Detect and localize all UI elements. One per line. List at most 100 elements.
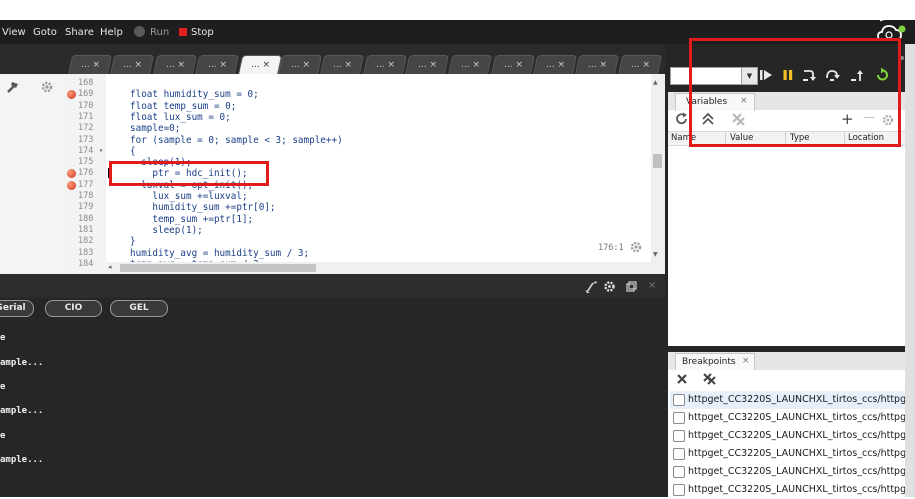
editor-vertical-scrollbar[interactable]: ▲ ▼ [651, 74, 665, 274]
gear-icon[interactable] [40, 80, 54, 94]
editor-tab-label: ... × [587, 60, 607, 70]
breakpoint-row[interactable]: httpget_CC3220S_LAUNCHXL_tirtos_ccs/http… [670, 427, 905, 445]
menu-help[interactable]: Help [100, 27, 123, 38]
editor-tab[interactable]: ... × [194, 55, 240, 75]
line-number: 181 [78, 224, 94, 235]
remove-all-breakpoints-icon[interactable] [702, 372, 718, 386]
scroll-down-arrow[interactable]: ▼ [653, 251, 658, 258]
line-number: 168 [78, 78, 94, 88]
code-line[interactable]: for (sample = 0; sample < 3; sample++) [130, 135, 343, 146]
menu-goto[interactable]: Goto [33, 27, 57, 38]
breakpoint-row[interactable]: httpget_CC3220S_LAUNCHXL_tirtos_ccs/http… [670, 463, 905, 481]
breakpoint-marker-icon[interactable] [67, 180, 76, 190]
editor-tab[interactable]: ... × [490, 55, 536, 75]
editor-tab[interactable]: ... × [574, 55, 620, 75]
remove-breakpoint-icon[interactable] [676, 373, 688, 385]
breakpoint-row[interactable]: httpget_CC3220S_LAUNCHXL_tirtos_ccs/http… [670, 391, 905, 409]
editor-tab-label: ... × [630, 60, 650, 70]
editor-tab[interactable]: ... × [447, 55, 493, 75]
editor-tab-label: ... × [460, 60, 480, 70]
code-line[interactable]: humidity_sum +=ptr[0]; [130, 202, 275, 213]
maximize-icon[interactable] [626, 281, 637, 292]
tab-gel[interactable]: GEL [110, 300, 168, 317]
scroll-up-arrow[interactable]: ▲ [653, 79, 658, 86]
code-line[interactable]: temp_sum +=ptr[1]; [130, 214, 253, 225]
console-close-icon[interactable]: × [648, 280, 656, 291]
hammer-icon[interactable] [6, 80, 20, 94]
breakpoint-row[interactable]: httpget_CC3220S_LAUNCHXL_tirtos_ccs/http… [670, 445, 905, 463]
editor-tab[interactable]: ... × [237, 55, 283, 76]
breakpoint-checkbox[interactable] [673, 412, 685, 424]
broom-icon[interactable] [584, 280, 598, 293]
breakpoint-location: httpget_CC3220S_LAUNCHXL_tirtos_ccs/http… [688, 394, 905, 405]
editor-tab-label: ... × [332, 60, 352, 70]
editor-tab[interactable]: ... × [319, 55, 365, 75]
console-toolbar: × [0, 274, 665, 298]
run-button[interactable]: Run [150, 27, 169, 38]
editor-tab[interactable]: ... × [277, 55, 323, 75]
editor-tab-label: ... × [545, 60, 565, 70]
console-output[interactable] [0, 298, 665, 497]
editor-tab[interactable]: ... × [67, 55, 113, 75]
menu-view[interactable]: View [2, 27, 26, 38]
breakpoints-close-icon[interactable]: × [742, 356, 750, 366]
project-pane [0, 74, 63, 274]
line-number: 182 [78, 236, 94, 247]
scroll-left-arrow[interactable]: ◂ [108, 263, 112, 271]
editor-tab[interactable]: ... × [362, 55, 408, 75]
line-number: 180 [78, 213, 94, 224]
editor-tab[interactable]: ... × [532, 55, 578, 75]
line-number: 176 [78, 168, 94, 179]
tab-breakpoints[interactable]: Breakpoints × [675, 353, 755, 371]
console-settings-icon[interactable] [603, 280, 616, 293]
editor-tab[interactable]: ... × [152, 55, 198, 75]
breakpoint-location: httpget_CC3220S_LAUNCHXL_tirtos_ccs/http… [688, 448, 905, 459]
code-line[interactable]: sleep(1); [130, 225, 202, 236]
menu-share[interactable]: Share [65, 27, 94, 38]
breakpoint-checkbox[interactable] [673, 466, 685, 478]
stop-button[interactable]: Stop [191, 27, 214, 38]
code-line[interactable]: float temp_sum = 0; [130, 101, 236, 112]
code-line[interactable]: { [130, 146, 136, 157]
line-number: 173 [78, 134, 94, 145]
horizontal-scroll-thumb[interactable] [120, 264, 316, 272]
console-line: ample... [0, 455, 44, 465]
editor-horizontal-scrollbar[interactable]: ◂ [106, 262, 651, 274]
cursor-position: 176:1 [598, 243, 624, 253]
editor-tab[interactable]: ... × [617, 55, 663, 75]
breakpoint-row[interactable]: httpget_CC3220S_LAUNCHXL_tirtos_ccs/http… [670, 481, 905, 499]
vertical-scroll-thumb[interactable] [653, 154, 662, 168]
code-line[interactable]: float lux_sum = 0; [130, 112, 231, 123]
code-line[interactable]: humidity_avg = humidity_sum / 3; [130, 248, 309, 259]
editor-tab[interactable]: ... × [404, 55, 450, 75]
breakpoint-checkbox[interactable] [673, 448, 685, 460]
breakpoint-checkbox[interactable] [673, 484, 685, 496]
console-line: ample... [0, 358, 44, 368]
line-number: 174 ▾ [78, 145, 104, 156]
code-line[interactable]: } [130, 236, 136, 247]
tab-serial[interactable]: Serial [0, 300, 34, 317]
line-number: 171 [78, 111, 94, 122]
breakpoints-tab-label: Breakpoints [682, 357, 736, 367]
annotation-highlight-code [109, 161, 269, 186]
editor-tab-label: ... × [250, 60, 270, 70]
editor-tab-label: ... × [417, 60, 437, 70]
window-top-strip [0, 0, 915, 20]
stop-icon [179, 28, 187, 36]
code-line[interactable]: sample=0; [130, 123, 180, 134]
editor-settings-icon[interactable] [629, 240, 643, 254]
breakpoint-location: httpget_CC3220S_LAUNCHXL_tirtos_ccs/http… [688, 484, 905, 495]
console-line: e [0, 382, 6, 392]
tab-cio[interactable]: CIO [45, 300, 102, 317]
breakpoint-location: httpget_CC3220S_LAUNCHXL_tirtos_ccs/http… [688, 430, 905, 441]
code-line[interactable]: lux_sum +=luxval; [130, 191, 247, 202]
breakpoint-row[interactable]: httpget_CC3220S_LAUNCHXL_tirtos_ccs/http… [670, 409, 905, 427]
refresh-icon[interactable] [675, 112, 689, 126]
line-number: 170 [78, 100, 94, 111]
line-number: 183 [78, 247, 94, 258]
breakpoint-checkbox[interactable] [673, 394, 685, 406]
code-line[interactable]: float humidity_sum = 0; [130, 89, 259, 100]
editor-tab-label: ... × [375, 60, 395, 70]
editor-tab[interactable]: ... × [109, 55, 155, 75]
breakpoint-checkbox[interactable] [673, 430, 685, 442]
